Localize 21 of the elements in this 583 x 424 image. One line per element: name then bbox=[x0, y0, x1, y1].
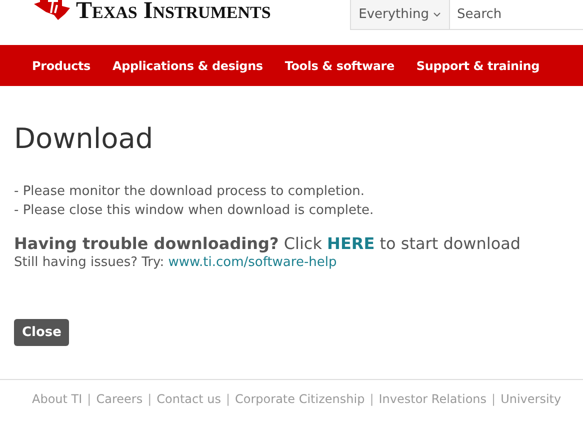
nav-link[interactable]: Tools & software bbox=[284, 58, 394, 72]
here-link[interactable]: HERE bbox=[327, 234, 375, 253]
help-text: Still having issues? Try: www.ti.com/software-help bbox=[14, 254, 338, 272]
separator: | bbox=[148, 392, 152, 406]
trouble-text: Having trouble downloading? Click HERE to start download bbox=[14, 234, 522, 254]
nav-link[interactable]: Support & training bbox=[416, 58, 540, 72]
close-button[interactable]: Close bbox=[14, 319, 70, 346]
search-field[interactable]: Everything Search bbox=[350, 0, 583, 30]
instruction-text: - Please monitor the download process to completion. bbox=[14, 183, 366, 201]
separator: | bbox=[87, 392, 92, 406]
separator: | bbox=[370, 392, 374, 406]
instruction-text: - Please close this window when download is complete. bbox=[14, 202, 375, 220]
chevron-down-icon bbox=[433, 12, 441, 17]
nav-link[interactable]: Applications & designs bbox=[112, 58, 263, 72]
search-scope-dropdown[interactable]: Everything bbox=[350, 0, 450, 29]
nav-link[interactable]: Products bbox=[32, 58, 90, 72]
logo-wordmark[interactable]: Texas Instruments bbox=[76, 0, 271, 24]
separator: | bbox=[226, 392, 230, 406]
help-link[interactable]: www.ti.com/software-help bbox=[168, 255, 337, 270]
separator: | bbox=[492, 392, 496, 406]
page-title: Download bbox=[14, 122, 154, 156]
